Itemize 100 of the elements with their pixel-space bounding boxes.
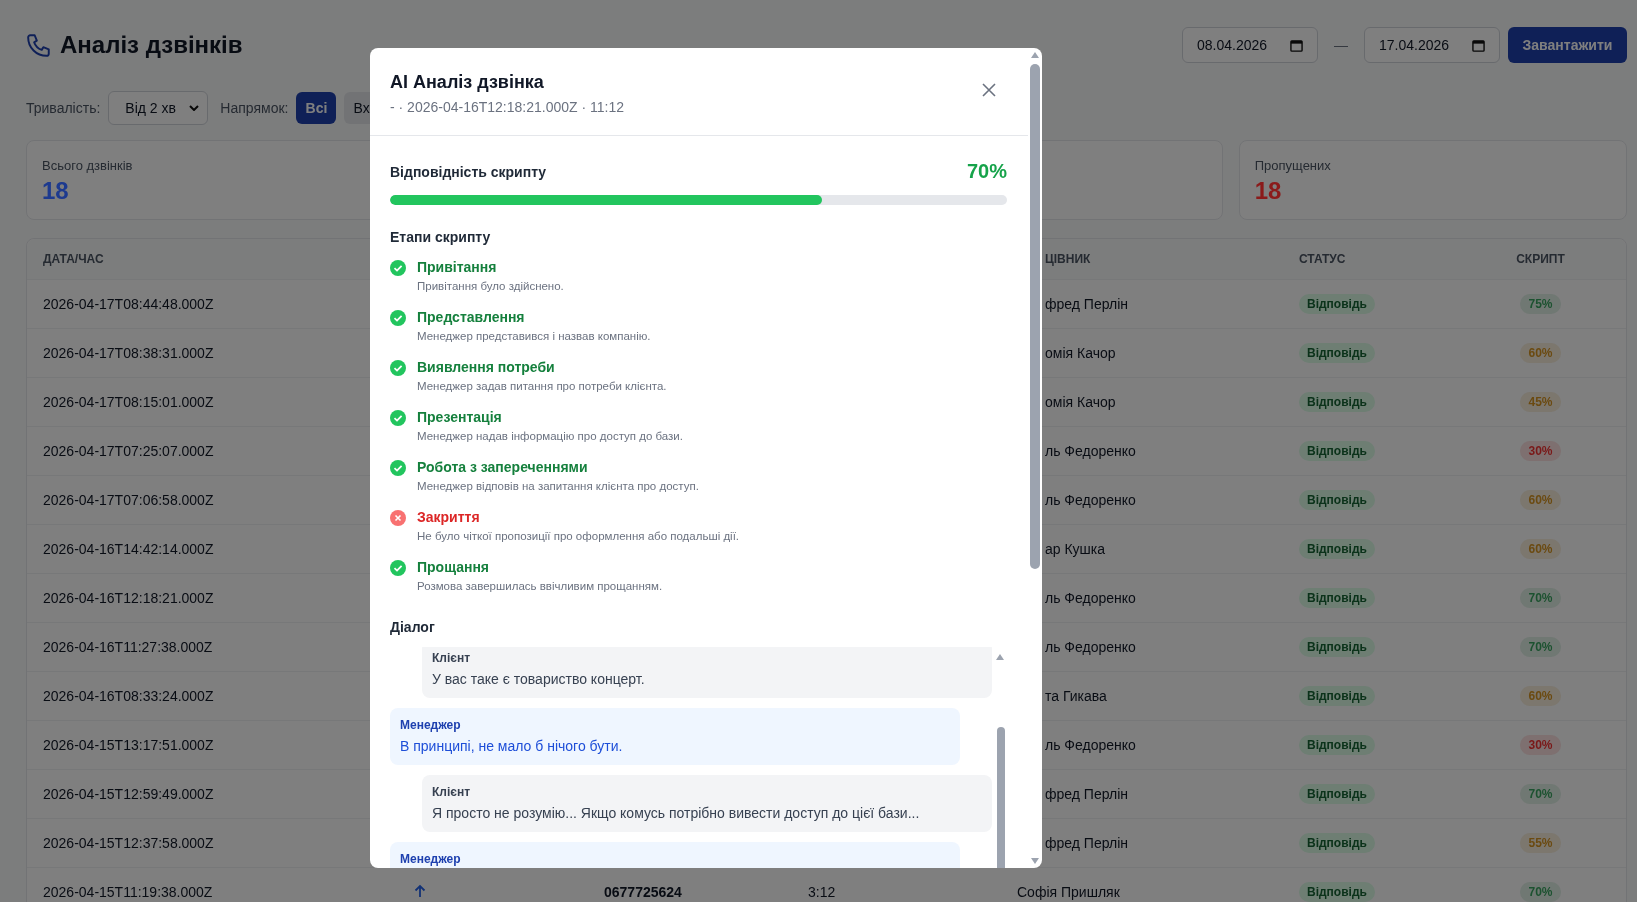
status-badge: Відповідь <box>1299 833 1375 853</box>
table-cell: ль Федоренко <box>1045 443 1136 459</box>
score-badge: 60% <box>1520 490 1561 510</box>
status-badge: Відповідь <box>1299 294 1375 314</box>
score-badge: 55% <box>1520 833 1561 853</box>
table-cell-text: 2026-04-17T07:06:58.000Z <box>42 492 215 508</box>
status-badge: Відповідь <box>1299 343 1375 363</box>
score-badge: 30% <box>1520 441 1561 461</box>
score-badge: 70% <box>1520 637 1561 657</box>
score-label: Відповідність скрипту <box>390 163 547 180</box>
table-cell: ль Федоренко <box>1045 737 1136 753</box>
table-cell-text: 2026-04-17T08:38:31.000Z <box>42 345 215 361</box>
table-cell-text: 2026-04-16T14:42:14.000Z <box>42 541 215 557</box>
table-cell-text: 2026-04-16T11:27:38.000Z <box>42 639 214 655</box>
stat-value: 18 <box>42 177 69 205</box>
scroll-thumb[interactable] <box>997 727 1005 868</box>
table-cell: ль Федоренко <box>1045 590 1136 606</box>
table-cell-text: 3:12 <box>807 884 837 900</box>
table-cell-text: 0677725624 <box>603 884 683 900</box>
speaker-name: Менеджер <box>400 718 462 732</box>
table-cell: фред Перлін <box>1045 786 1128 802</box>
stage-title: Прощання <box>417 559 491 575</box>
filter-label: Тривалість: <box>26 100 101 116</box>
stage-title: Виявлення потреби <box>417 359 556 375</box>
modal-title: AI Аналіз дзвінка <box>390 72 545 93</box>
speaker-name: Клієнт <box>432 651 472 665</box>
message-text: У вас таке є товариство концерт. <box>432 671 646 687</box>
table-cell-text: 2026-04-16T12:18:21.000Z <box>42 590 215 606</box>
calendar-icon <box>1290 38 1303 52</box>
table-cell: та Гикава <box>1045 688 1107 704</box>
stage-title: Робота з запереченнями <box>417 459 589 475</box>
stat-value: 18 <box>1254 177 1282 205</box>
modal-subtitle: - · 2026-04-16T12:18:21.000Z · 11:12 <box>390 99 624 115</box>
stage-note: Не було чіткої пропозиції про оформлення або подальші дії. <box>417 530 740 542</box>
calendar-icon <box>1472 38 1485 52</box>
duration-select[interactable]: Від 2 хв <box>108 91 209 125</box>
status-badge: Відповідь <box>1299 441 1375 461</box>
score-badge: 75% <box>1520 294 1561 314</box>
stage-note: Привітання було здійснено. <box>417 280 564 292</box>
status-badge: Відповідь <box>1299 735 1375 755</box>
section-title: Етапи скрипту <box>390 229 492 245</box>
page-title: Аналіз дзвінків <box>60 31 243 59</box>
date-field[interactable]: 08.04.2026 <box>1182 27 1318 63</box>
stage-note: Менеджер відповів на запитання клієнта про доступ. <box>417 480 699 492</box>
status-badge: Відповідь <box>1299 686 1375 706</box>
table-cell-text: 2026-04-15T12:37:58.000Z <box>42 835 215 851</box>
table-cell: омія Качор <box>1045 345 1116 361</box>
status-badge: Відповідь <box>1299 588 1375 608</box>
stage-title: Представлення <box>417 309 526 325</box>
stage-note: Менеджер надав інформацію про доступ до бази. <box>417 430 683 442</box>
section-title: Діалог <box>390 619 436 635</box>
scroll-thumb[interactable] <box>1030 64 1040 569</box>
status-badge: Відповідь <box>1299 490 1375 510</box>
table-cell: ль Федоренко <box>1045 492 1136 508</box>
scroll-up-icon[interactable] <box>1030 51 1040 59</box>
stage-note: Менеджер представився і назвав компанію. <box>417 330 651 342</box>
stage-title: Закриття <box>417 509 481 525</box>
stage-note: Менеджер задав питання про потреби клієнта. <box>417 380 667 392</box>
direction-button[interactable]: Всі <box>296 92 337 124</box>
column-header: СКРИПТ <box>1516 252 1565 266</box>
message-text: Я просто не розумію... Якщо комусь потрібно вивести доступ до цієї бази... <box>432 805 921 821</box>
table-cell: фред Перлін <box>1045 835 1128 851</box>
scroll-up-icon[interactable] <box>995 653 1005 661</box>
filter-label: Напрямок: <box>220 100 289 116</box>
stage-note: Розмова завершилась ввічливим прощанням. <box>417 580 663 592</box>
table-cell-text: 2026-04-16T08:33:24.000Z <box>42 688 215 704</box>
table-cell-text: Софія Пришляк <box>1016 884 1121 900</box>
score-badge: 60% <box>1520 539 1561 559</box>
table-cell-text: 2026-04-17T08:15:01.000Z <box>42 394 215 410</box>
table-cell: ар Кушка <box>1045 541 1106 557</box>
stage-title: Привітання <box>417 259 498 275</box>
column-header: ДАТА/ЧАС <box>42 252 105 266</box>
date-separator: — <box>1334 37 1348 53</box>
score-badge: 70% <box>1520 588 1561 608</box>
stage-title: Презентація <box>417 409 503 425</box>
score-badge: 60% <box>1520 686 1561 706</box>
message-text: В принципі, не мало б нічого бути. <box>400 738 624 754</box>
table-cell: фред Перлін <box>1045 296 1128 312</box>
table-cell-text: 2026-04-15T11:19:38.000Z <box>42 884 214 900</box>
score-badge: 70% <box>1520 882 1561 902</box>
score-badge: 45% <box>1520 392 1561 412</box>
score-badge: 30% <box>1520 735 1561 755</box>
table-cell: омія Качор <box>1045 394 1116 410</box>
score-badge: 60% <box>1520 343 1561 363</box>
status-badge: Відповідь <box>1299 392 1375 412</box>
status-badge: Відповідь <box>1299 784 1375 804</box>
table-cell-text: 2026-04-17T07:25:07.000Z <box>42 443 215 459</box>
speaker-name: Клієнт <box>432 785 472 799</box>
column-header: СТАТУС <box>1298 252 1347 266</box>
scroll-down-icon[interactable] <box>1030 857 1040 865</box>
score-value: 70% <box>966 160 1007 183</box>
chevron-down-icon <box>189 105 200 111</box>
status-badge: Відповідь <box>1299 882 1375 902</box>
speaker-name: Менеджер <box>400 852 462 866</box>
score-badge: 70% <box>1520 784 1561 804</box>
stat-label: Пропущених <box>1254 158 1332 173</box>
status-badge: Відповідь <box>1299 539 1375 559</box>
load-button[interactable]: Завантажити <box>1508 27 1627 63</box>
date-field[interactable]: 17.04.2026 <box>1364 27 1500 63</box>
table-cell-text: 2026-04-15T13:17:51.000Z <box>42 737 215 753</box>
